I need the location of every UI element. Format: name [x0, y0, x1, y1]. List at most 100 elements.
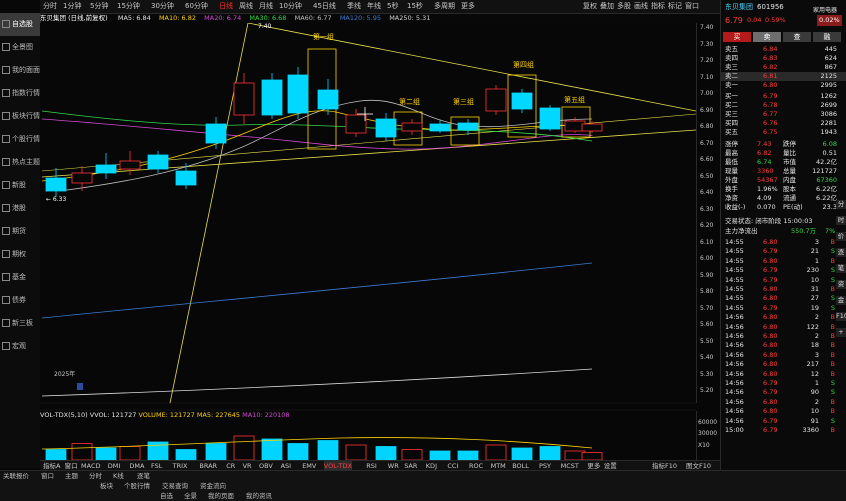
group3-label: 第三组	[453, 98, 474, 106]
toolbar-right-1[interactable]: 叠加	[600, 0, 614, 13]
tick-direction: B	[830, 238, 835, 246]
volume-bar	[457, 450, 479, 461]
sidebar-item-icon	[2, 20, 10, 28]
candle-body	[485, 88, 507, 112]
period-tab-4[interactable]: 30分钟	[151, 0, 174, 13]
sidebar-item-7[interactable]: 新股	[0, 174, 40, 197]
sidebar-item-6[interactable]: 热点主题	[0, 151, 40, 174]
volume-label: VOLUME: 121727	[138, 411, 195, 419]
bottom-tab-row1-2[interactable]: 主题	[65, 471, 78, 481]
sidebar-item-5[interactable]: 个股行情	[0, 128, 40, 151]
price-axis-tick: 6.80	[700, 123, 714, 130]
bottom-tab-row2-2[interactable]: 交易查询	[162, 481, 188, 491]
trade-button-1[interactable]: 卖	[753, 32, 781, 42]
period-tab-13[interactable]: 5秒	[387, 0, 398, 13]
stat-value: 6.22亿	[816, 194, 837, 202]
bottom-tab-row1-3[interactable]: 分时	[89, 471, 102, 481]
tick-price: 6.80	[763, 407, 778, 416]
bottom-tab-row1-5[interactable]: 逐笔	[137, 471, 150, 481]
toolbar-right-5[interactable]: 标记	[668, 0, 682, 13]
toolbar-right-4[interactable]: 指标	[651, 0, 665, 13]
period-tab-12[interactable]: 年线	[367, 0, 381, 13]
stat-key: 市值	[783, 158, 796, 166]
sidebar-item-0[interactable]: 自选股	[0, 13, 40, 36]
period-tab-10[interactable]: 45日线	[313, 0, 336, 13]
sidebar-item-13[interactable]: 新三板	[0, 312, 40, 335]
sidebar-item-icon	[2, 342, 10, 350]
toolbar-right-0[interactable]: 复权	[583, 0, 597, 13]
bids-volume: 3086	[820, 110, 837, 118]
period-tab-5[interactable]: 60分钟	[185, 0, 208, 13]
period-tab-8[interactable]: 月线	[259, 0, 273, 13]
trade-status: 交易状态: 闭市阶段 15:00:03	[725, 217, 813, 225]
period-tab-6[interactable]: 日线	[219, 0, 233, 13]
toolbar-right-6[interactable]: 窗口	[685, 0, 699, 13]
period-tab-9[interactable]: 10分钟	[279, 0, 302, 13]
sidebar-item-4[interactable]: 板块行情	[0, 105, 40, 128]
bottom-tab-row1-4[interactable]: K线	[113, 471, 124, 481]
bottom-tab-row2-1[interactable]: 个股行情	[124, 481, 150, 491]
period-tab-14[interactable]: 15秒	[407, 0, 423, 13]
side-mark-3[interactable]: 逐	[836, 248, 846, 257]
volume-bar	[401, 449, 423, 461]
sidebar-item-8[interactable]: 港股	[0, 197, 40, 220]
sidebar-item-11[interactable]: 基金	[0, 266, 40, 289]
period-tab-11[interactable]: 季线	[347, 0, 361, 13]
bottom-tab-row2-0[interactable]: 板块	[100, 481, 113, 491]
bids-price: 6.77	[763, 110, 778, 118]
side-mark-4[interactable]: 笔	[836, 264, 846, 273]
period-tab-15[interactable]: 多周期	[434, 0, 455, 13]
bottom-tab-row1-1[interactable]: 窗口	[41, 471, 54, 481]
stat-key: 量比	[783, 149, 796, 157]
volume-bar	[511, 447, 533, 461]
asks-label: 卖二	[725, 72, 738, 80]
sidebar-item-12[interactable]: 债券	[0, 289, 40, 312]
period-tab-7[interactable]: 周线	[239, 0, 253, 13]
volume-indicator-name: VOL-TDX(5,10)	[40, 411, 88, 419]
toolbar-right-3[interactable]: 画线	[634, 0, 648, 13]
sidebar-item-icon	[2, 204, 10, 212]
sidebar-item-icon	[2, 319, 10, 327]
sidebar-item-14[interactable]: 宏观	[0, 335, 40, 358]
kline-chart[interactable]: 7.40 ← 6.33 第一组 第二组 第三组 第四组 第五组 2025年 7.…	[40, 22, 720, 470]
tick-row: 14:56 6.80 2 B	[721, 313, 846, 322]
tick-row: 14:55 6.80 3 B	[721, 238, 846, 247]
side-mark-0[interactable]: 分	[836, 200, 846, 209]
tick-time: 14:56	[725, 397, 744, 406]
trade-button-3[interactable]: 融	[813, 32, 841, 42]
sidebar-item-1[interactable]: 全景图	[0, 36, 40, 59]
sidebar-item-2[interactable]: 我的面面	[0, 59, 40, 82]
period-tab-3[interactable]: 15分钟	[117, 0, 140, 13]
sidebar-item-label: 自选股	[12, 20, 33, 28]
tick-direction: S	[830, 294, 835, 303]
ma60-label: MA60: 6.77	[294, 14, 332, 22]
period-tab-16[interactable]: 更多	[461, 0, 475, 13]
stats-row: 涨停 7.43 跌停 6.08	[721, 140, 846, 149]
side-mark-5[interactable]: 资	[836, 280, 846, 289]
sidebar-item-10[interactable]: 期权	[0, 243, 40, 266]
period-tab-0[interactable]: 分时	[43, 0, 57, 13]
vvol-label: VVOL: 121727	[89, 411, 137, 419]
bottom-tab-row1-0[interactable]: 关联报价	[3, 471, 29, 481]
toolbar-right-2[interactable]: 多股	[617, 0, 631, 13]
ma20-label: MA20: 6.74	[204, 14, 242, 22]
tick-direction: B	[830, 369, 835, 378]
side-mark-2[interactable]: 价	[836, 232, 846, 241]
side-mark-7[interactable]: F10	[836, 312, 846, 321]
period-tab-1[interactable]: 1分钟	[63, 0, 81, 13]
volume-bar	[261, 438, 283, 461]
sidebar-item-3[interactable]: 指数行情	[0, 82, 40, 105]
side-mark-1[interactable]: 时	[836, 216, 846, 225]
trade-button-0[interactable]: 买	[723, 32, 751, 42]
period-tab-2[interactable]: 5分钟	[90, 0, 108, 13]
side-mark-6[interactable]: 金	[836, 296, 846, 305]
price-axis-tick: 5.90	[700, 271, 714, 279]
last-price: 6.79	[725, 16, 743, 25]
tick-time: 14:56	[725, 369, 744, 378]
trade-buttons: 买卖查融	[723, 32, 845, 42]
trade-button-2[interactable]: 查	[783, 32, 811, 42]
sidebar-item-9[interactable]: 期货	[0, 220, 40, 243]
bottom-tab-row2-3[interactable]: 资金流向	[200, 481, 226, 491]
side-mark-8[interactable]: +	[836, 328, 846, 337]
tick-price: 6.79	[763, 247, 778, 256]
